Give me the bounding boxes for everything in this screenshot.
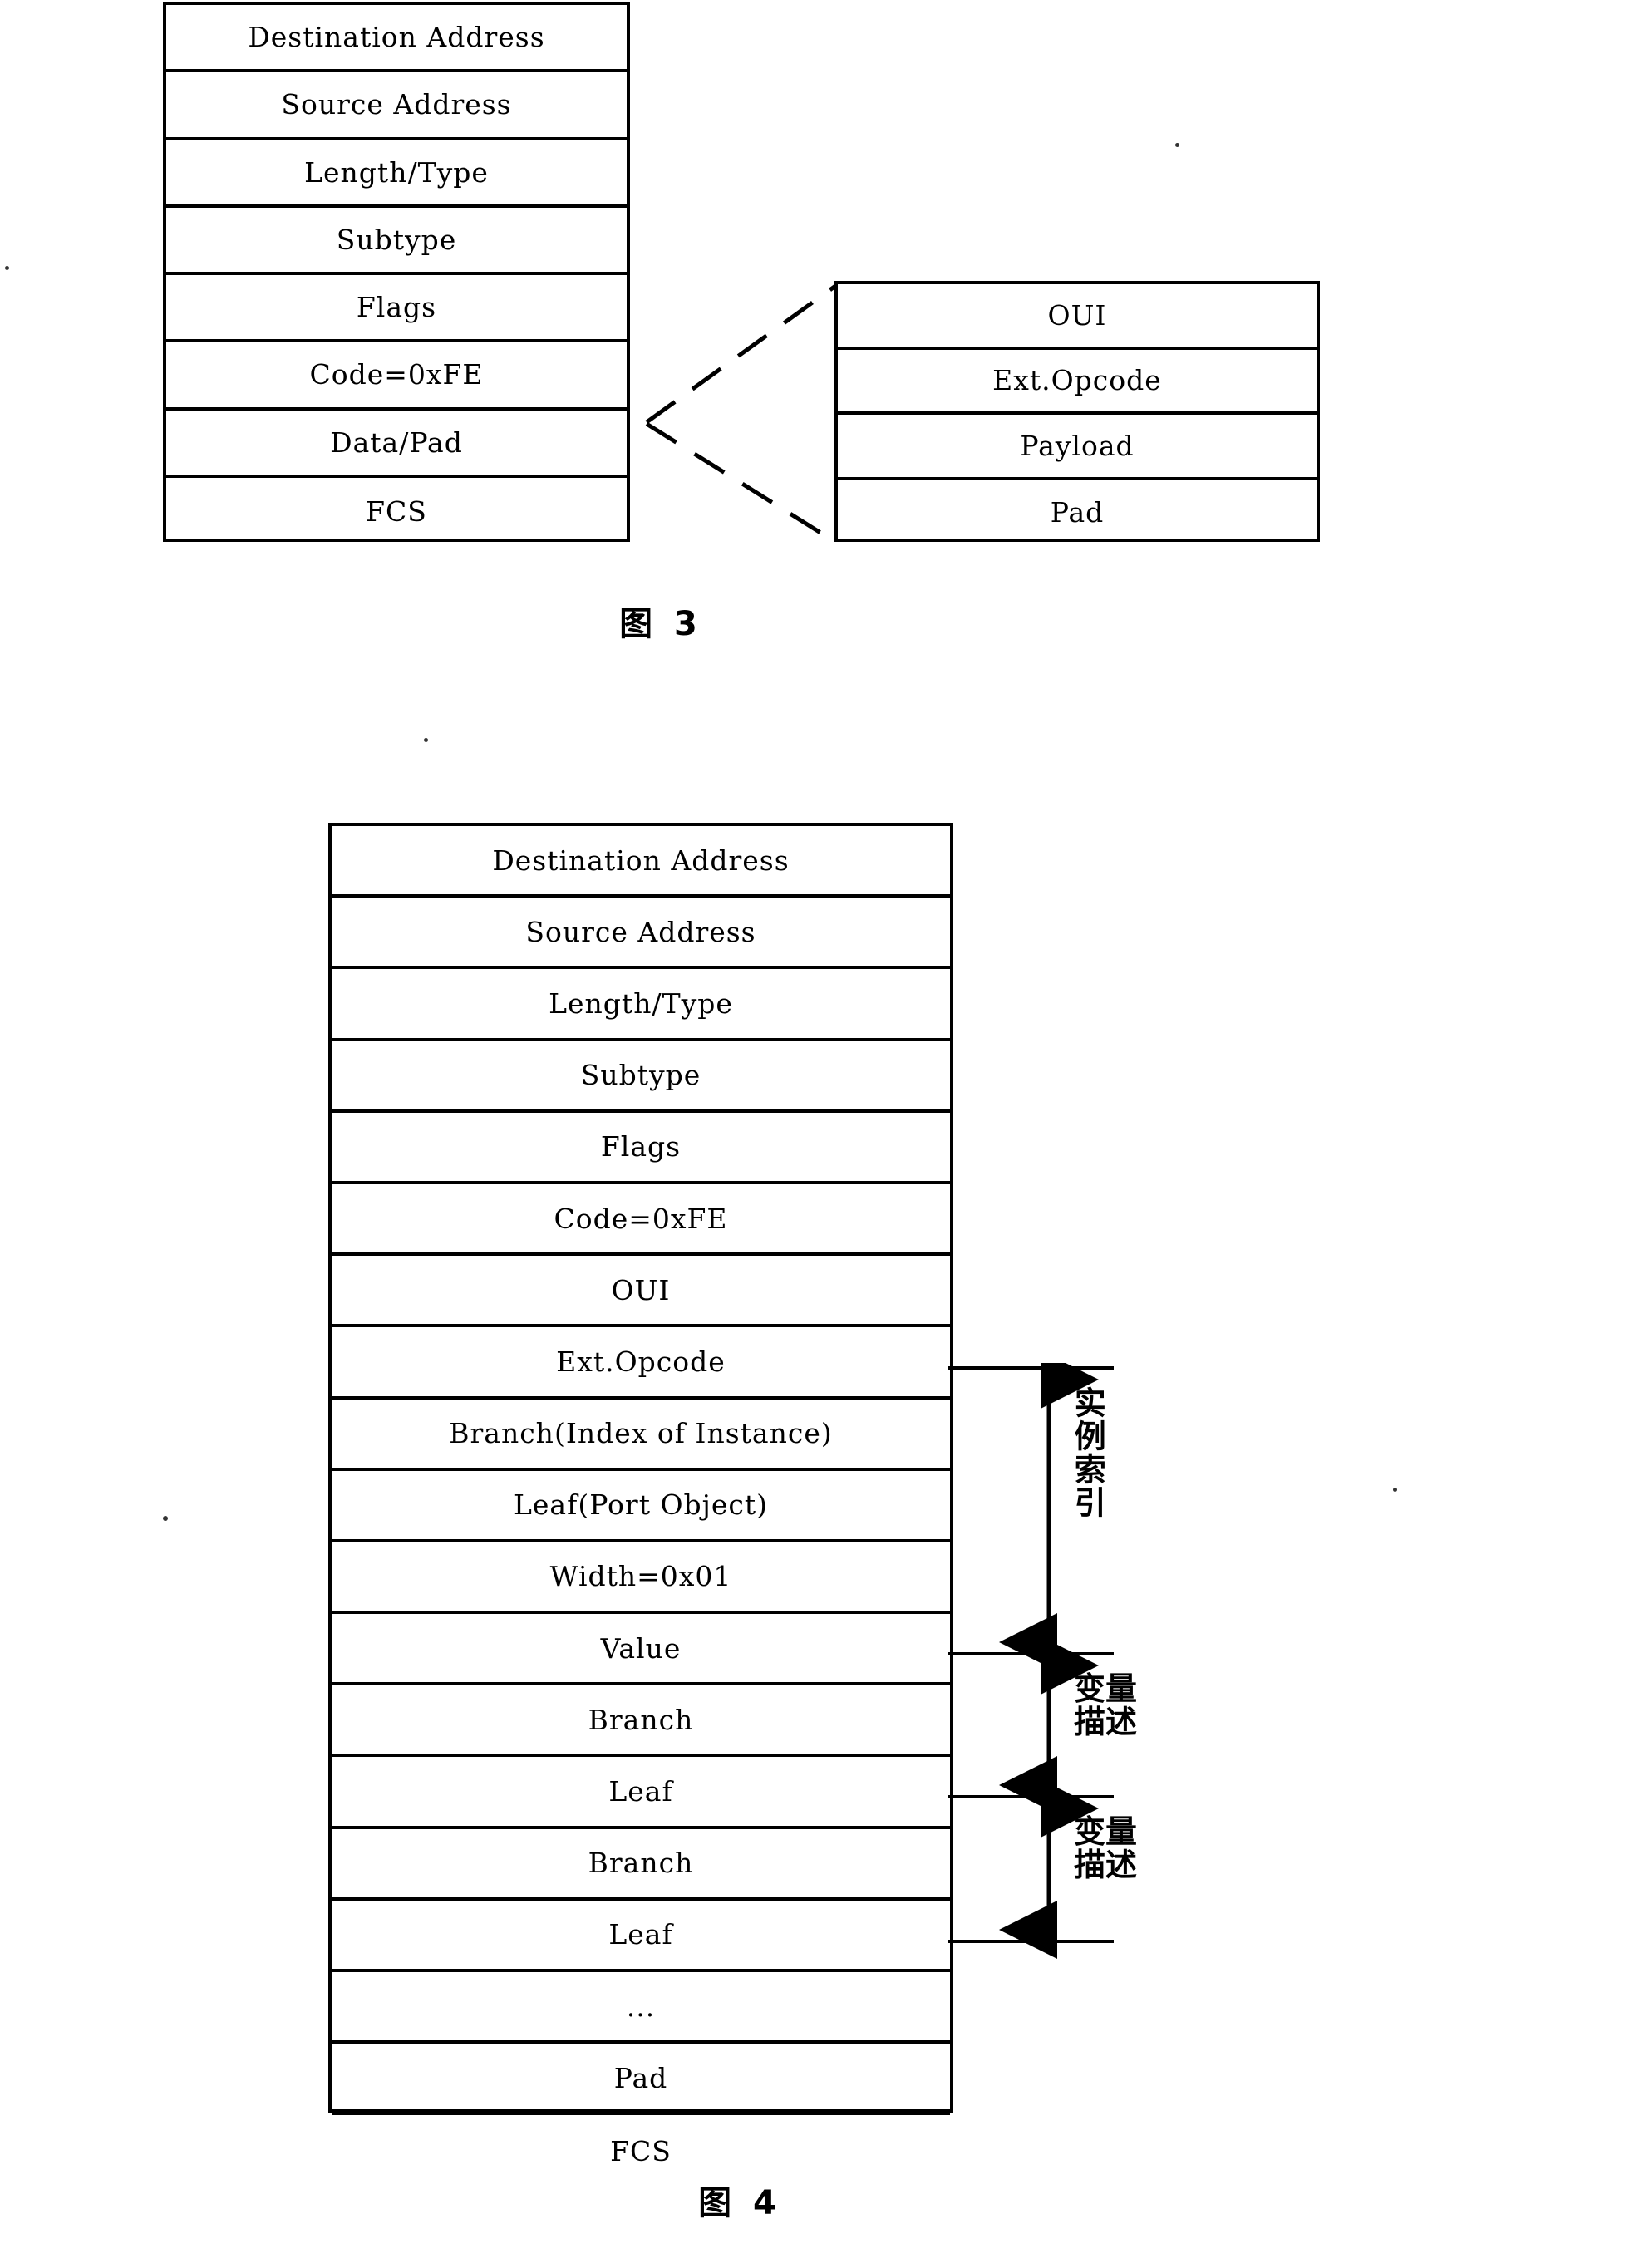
packet-field-row: Value	[332, 1614, 950, 1686]
packet-field-row: Pad	[1050, 496, 1105, 529]
packet-field-row: Ext.Opcode	[838, 350, 1317, 415]
packet-field-row: Destination Address	[166, 5, 627, 73]
packet-field-row: Branch	[332, 1685, 950, 1758]
fig3-ethernet-frame: Destination Address Source Address Lengt…	[163, 2, 630, 542]
packet-field-row: Source Address	[166, 72, 627, 140]
annotation-variable-description-1: 变量 描述	[1074, 1670, 1138, 1741]
packet-field-row: Code=0xFE	[166, 342, 627, 411]
packet-field-row: Leaf	[332, 1757, 950, 1829]
packet-field-row: OUI	[332, 1256, 950, 1328]
packet-field-row: Destination Address	[332, 826, 950, 898]
packet-field-row: Branch	[332, 1829, 950, 1901]
packet-field-row: ...	[332, 1972, 950, 2044]
packet-field-row: Flags	[332, 1113, 950, 1184]
packet-field-row: Ext.Opcode	[332, 1327, 950, 1400]
packet-field-row: Length/Type	[166, 140, 627, 208]
packet-field-row: Payload	[838, 415, 1317, 480]
packet-field-row: Length/Type	[332, 969, 950, 1041]
scan-speckle	[5, 266, 9, 270]
packet-field-row: Leaf(Port Object)	[332, 1471, 950, 1542]
expansion-connector-lines	[645, 282, 839, 546]
figure-4-caption: 图 4	[698, 2184, 781, 2222]
scan-speckle	[1175, 143, 1179, 147]
fig4-oam-variable-frame: Destination Address Source Address Lengt…	[328, 823, 953, 2167]
packet-field-row: FCS	[366, 494, 427, 528]
packet-field-row: Width=0x01	[332, 1542, 950, 1615]
figure-3-caption: 图 3	[619, 605, 702, 643]
fig3-data-pad-expansion: OUI Ext.Opcode Payload Pad	[834, 281, 1320, 542]
packet-field-row: Flags	[166, 275, 627, 343]
packet-field-row: Branch(Index of Instance)	[332, 1400, 950, 1471]
packet-field-row: Subtype	[332, 1041, 950, 1113]
packet-field-row: Leaf	[332, 1901, 950, 1972]
scan-speckle	[424, 738, 428, 742]
packet-field-row: Subtype	[166, 208, 627, 275]
packet-field-row: Pad	[332, 2044, 950, 2116]
annotation-instance-index: 实例索引	[1069, 1386, 1106, 1519]
scan-speckle	[163, 1516, 168, 1521]
packet-field-row: Data/Pad	[166, 411, 627, 478]
packet-field-row: OUI	[838, 284, 1317, 350]
scan-speckle	[1393, 1488, 1397, 1492]
packet-field-row: Source Address	[332, 898, 950, 970]
packet-field-row: Code=0xFE	[332, 1184, 950, 1257]
annotation-variable-description-2: 变量 描述	[1074, 1813, 1138, 1884]
